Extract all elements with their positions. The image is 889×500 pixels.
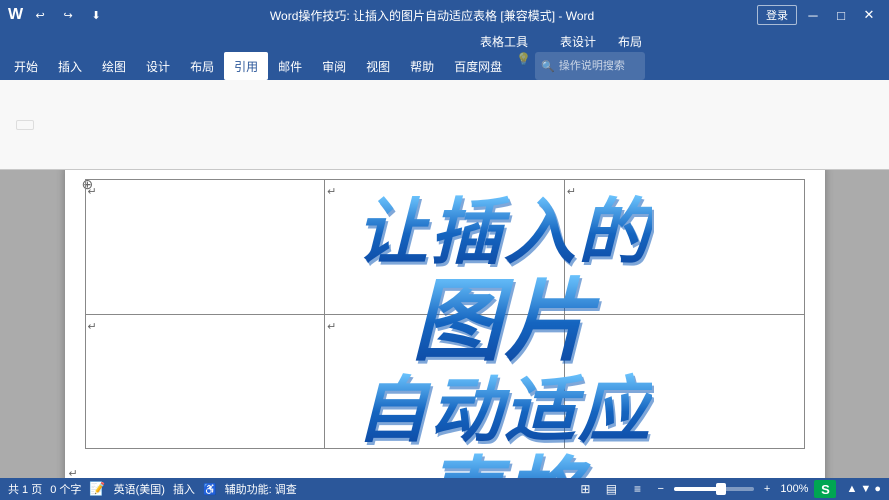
- document-page: ⊕ ↵ ↵ ↵ ↵ ↵ ↵ ↵ 让插入的 图片 自动适应 表格: [65, 170, 825, 478]
- page-paragraph-mark: ↵: [69, 467, 78, 478]
- statusbar: 共 1 页 0 个字 📝 英语(美国) 插入 ♿ 辅助功能: 调查 ⊞ ▤ ≡ …: [0, 478, 889, 500]
- taskbar-icons: ▲ ▼ ●: [846, 483, 881, 495]
- page-count: 共 1 页: [8, 481, 42, 497]
- statusbar-right: ⊞ ▤ ≡ − + 100% S ▲ ▼ ●: [575, 480, 881, 498]
- document-area: ⊕ ↵ ↵ ↵ ↵ ↵ ↵ ↵ 让插入的 图片 自动适应 表格: [0, 170, 889, 478]
- titlebar-title: Word操作技巧: 让插入的图片自动适应表格 [兼容模式] - Word: [107, 7, 757, 24]
- document-table: ↵ ↵ ↵ ↵ ↵ ↵: [85, 179, 805, 449]
- menu-view[interactable]: 视图: [356, 52, 400, 80]
- web-view-btn[interactable]: ≡: [627, 481, 647, 497]
- search-box[interactable]: 🔍: [535, 52, 645, 80]
- table-cell[interactable]: ↵: [85, 180, 325, 315]
- table-cell[interactable]: ↵: [564, 314, 804, 449]
- menu-references[interactable]: 引用: [224, 52, 268, 80]
- ribbon-content: [8, 85, 881, 165]
- big-title-line4: 表格: [356, 451, 652, 478]
- menu-help[interactable]: 帮助: [400, 52, 444, 80]
- ribbon: [0, 80, 889, 170]
- close-button[interactable]: ✕: [857, 5, 881, 25]
- table-cell[interactable]: ↵: [325, 180, 565, 315]
- search-input[interactable]: [559, 60, 639, 72]
- tab-table-design[interactable]: 表设计: [550, 31, 606, 52]
- search-icon: 🔍: [541, 60, 555, 73]
- word-icon: W: [8, 6, 23, 24]
- language: 英语(美国): [114, 481, 165, 497]
- zoom-track: [674, 487, 718, 491]
- zoom-slider[interactable]: [674, 487, 754, 491]
- ribbon-placeholder: [16, 120, 34, 130]
- table-row: ↵ ↵ ↵: [85, 180, 804, 315]
- menu-layout[interactable]: 布局: [180, 52, 224, 80]
- minimize-button[interactable]: ─: [801, 5, 825, 25]
- tab-table-layout[interactable]: 布局: [608, 31, 652, 52]
- paragraph-mark: ↵: [567, 186, 576, 198]
- menu-draw[interactable]: 绘图: [92, 52, 136, 80]
- paragraph-mark: ↵: [567, 321, 576, 333]
- word-count: 0 个字: [50, 481, 81, 497]
- paragraph-mark: ↵: [327, 321, 336, 333]
- menu-mail[interactable]: 邮件: [268, 52, 312, 80]
- menu-baidu[interactable]: 百度网盘: [444, 52, 512, 80]
- menu-insert[interactable]: 插入: [48, 52, 92, 80]
- accessibility-label: 辅助功能: 调查: [225, 481, 297, 497]
- menu-design[interactable]: 设计: [136, 52, 180, 80]
- table-tools-bar: 表格工具 表设计 布局: [0, 30, 889, 52]
- login-button[interactable]: 登录: [757, 5, 797, 25]
- zoom-thumb: [716, 483, 726, 495]
- redo-btn[interactable]: ↪: [57, 5, 79, 25]
- titlebar: W ↩ ↪ ⬇ Word操作技巧: 让插入的图片自动适应表格 [兼容模式] - …: [0, 0, 889, 30]
- zoom-level[interactable]: 100%: [780, 483, 808, 495]
- insert-mode[interactable]: 插入: [173, 481, 195, 497]
- paragraph-mark: ↵: [327, 186, 336, 198]
- restore-button[interactable]: □: [829, 5, 853, 25]
- table-row: ↵ ↵ ↵: [85, 314, 804, 449]
- spell-check-icon[interactable]: 📝: [89, 481, 105, 497]
- print-view-btn[interactable]: ⊞: [575, 481, 595, 497]
- titlebar-left: W ↩ ↪ ⬇: [8, 5, 107, 25]
- paragraph-mark: ↵: [88, 321, 97, 333]
- menu-review[interactable]: 审阅: [312, 52, 356, 80]
- table-cell[interactable]: ↵: [85, 314, 325, 449]
- separator: 💡: [516, 52, 531, 80]
- s-logo: S: [814, 480, 836, 498]
- table-tools-label: 表格工具: [480, 33, 528, 50]
- accessibility-icon[interactable]: ♿: [203, 483, 217, 496]
- table-cell[interactable]: ↵: [325, 314, 565, 449]
- menubar: 开始 插入 绘图 设计 布局 引用 邮件 审阅 视图 帮助 百度网盘 💡 🔍: [0, 52, 889, 80]
- quick-save-btn[interactable]: ⬇: [85, 5, 107, 25]
- zoom-plus[interactable]: +: [764, 483, 770, 495]
- menu-home[interactable]: 开始: [4, 52, 48, 80]
- table-cell[interactable]: ↵: [564, 180, 804, 315]
- read-view-btn[interactable]: ▤: [601, 481, 621, 497]
- titlebar-right: 登录 ─ □ ✕: [757, 5, 881, 25]
- undo-btn[interactable]: ↩: [29, 5, 51, 25]
- paragraph-mark: ↵: [88, 186, 97, 198]
- zoom-minus[interactable]: −: [657, 483, 663, 495]
